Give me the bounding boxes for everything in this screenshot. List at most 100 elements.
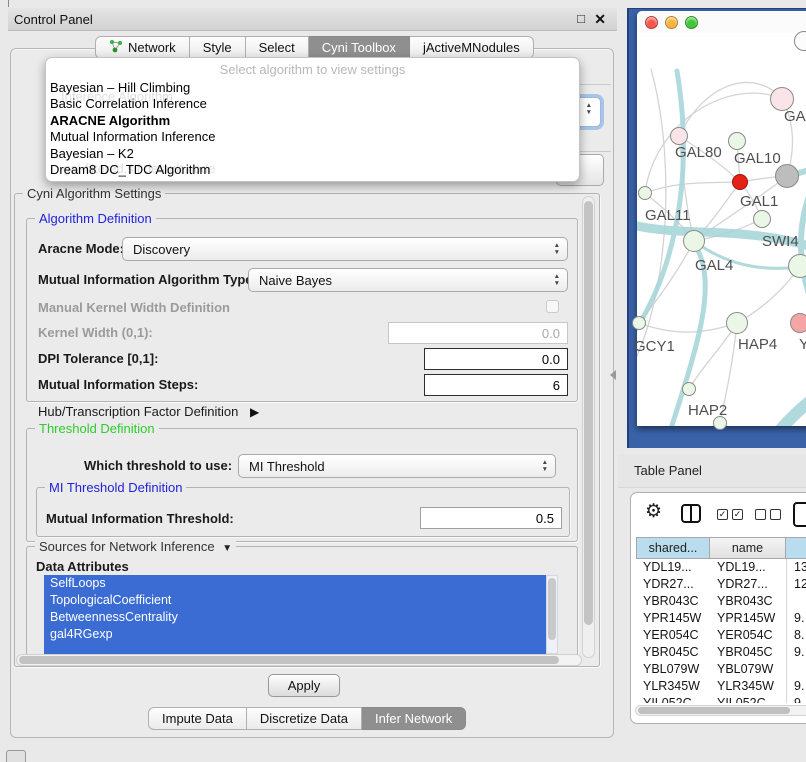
panel-splitter-handle[interactable] [610,370,616,380]
table-cell [786,593,806,610]
combo-arrows-icon: ▲▼ [554,242,560,256]
attribute-list-item[interactable]: TopologicalCoefficient [44,592,546,609]
which-threshold-combo[interactable]: MI Threshold ▲▼ [238,454,556,478]
tab-network[interactable]: Network [95,36,190,59]
deselect-all-icon[interactable] [755,509,781,520]
network-node[interactable] [683,230,705,252]
sources-title[interactable]: Sources for Network Inference ▼ [35,539,236,554]
algorithm-option[interactable]: ARACNE Algorithm [50,113,575,129]
network-canvas[interactable]: GALGAL80GAL10GAL1GAL11SWI4GAL4GCY1HAP4YH… [637,11,806,426]
table-row[interactable]: YDL19...YDL19...13 [636,559,806,576]
expanded-arrow-icon: ▼ [222,543,232,554]
network-node[interactable] [732,174,748,190]
network-node-label: GCY1 [634,338,675,355]
partial-toolbar-icon[interactable] [793,502,806,527]
network-node[interactable] [728,132,746,150]
manual-kernel-checkbox[interactable] [546,300,559,313]
table-cell: YLR345W [636,678,710,695]
attribute-list-item[interactable]: gal4RGexp [44,626,546,643]
table-cell: YBR043C [636,593,710,610]
hub-definition-toggle[interactable]: Hub/Transcription Factor Definition ▶ [38,404,259,419]
combo-value: Discovery [133,242,190,257]
gear-icon[interactable]: ⚙ [645,500,662,523]
hub-definition-label: Hub/Transcription Factor Definition [38,404,238,419]
table-cell: 12 [786,576,806,593]
tab-select[interactable]: Select [246,36,309,59]
network-node[interactable] [753,210,771,228]
close-window-icon[interactable]: ✕ [594,11,606,28]
network-node[interactable] [670,127,688,145]
table-cell: 9. [786,678,806,695]
aracne-mode-combo[interactable]: Discovery ▲▼ [122,237,568,261]
column-header[interactable]: shared... [636,537,710,559]
data-attributes-list[interactable]: SelfLoopsTopologicalCoefficientBetweenne… [44,575,546,654]
network-node[interactable] [788,254,806,278]
algorithm-option[interactable]: Bayesian – Hill Climbing [50,80,575,96]
network-node[interactable] [682,382,696,396]
tab-impute-data[interactable]: Impute Data [148,707,247,730]
table-cell: YER054C [636,627,710,644]
tab-label: Style [203,40,232,55]
column-header[interactable]: name [710,537,786,559]
table-cell: YBL079W [710,661,786,678]
table-row[interactable]: YIL052CYIL052C9 [636,695,806,703]
tab-style[interactable]: Style [190,36,246,59]
scrollbar-thumb[interactable] [19,656,559,664]
tab-cyni-toolbox[interactable]: Cyni Toolbox [309,36,410,59]
scrollbar-thumb[interactable] [638,707,790,714]
combo-value: MI Threshold [249,459,325,474]
network-node[interactable] [726,312,748,334]
table-row[interactable]: YPR145WYPR145W9. [636,610,806,627]
kernel-width-field[interactable]: 0.0 [388,322,568,344]
network-node[interactable] [638,186,652,200]
table-row[interactable]: YER054CYER054C8. [636,627,806,644]
control-panel-tabbar: Network Style Select Cyni Toolbox jActiv… [95,36,534,59]
apply-button[interactable]: Apply [268,674,340,697]
tab-label: Impute Data [162,711,233,726]
attribute-list-item[interactable]: SelfLoops [44,575,546,592]
table-row[interactable]: YLR345WYLR345W9. [636,678,806,695]
scrollbar-thumb[interactable] [548,578,556,640]
tab-discretize-data[interactable]: Discretize Data [247,707,362,730]
table-cell: YIL052C [636,695,710,703]
table-row[interactable]: YDR27...YDR27...12 [636,576,806,593]
combo-arrows-icon: ▲▼ [586,102,592,116]
attribute-list-scrollbar[interactable] [546,575,558,654]
select-all-icon[interactable]: ✓ ✓ [717,509,743,520]
mi-steps-field[interactable]: 6 [424,374,568,396]
table-row[interactable]: YBL079WYBL079W [636,661,806,678]
algorithm-option[interactable]: Mutual Information Inference [50,129,575,145]
attribute-list-item[interactable]: BetweennessCentrality [44,609,546,626]
network-node-label: HAP4 [738,336,777,353]
algorithm-option[interactable]: Bayesian – K2 [50,146,575,162]
minimized-panel-icon[interactable] [6,750,26,762]
settings-horizontal-scrollbar[interactable] [16,654,582,666]
tab-jactivemnodules[interactable]: jActiveMNodules [410,36,534,59]
tab-infer-network[interactable]: Infer Network [362,707,466,730]
combo-arrows-icon: ▲▼ [542,459,548,473]
network-node-label: GAL [784,108,806,125]
mi-algorithm-type-combo[interactable]: Naive Bayes ▲▼ [248,268,568,292]
dpi-tolerance-field[interactable]: 0.0 [424,348,568,370]
tab-label: Cyni Toolbox [322,40,396,55]
settings-vertical-scrollbar[interactable] [582,196,595,658]
algorithm-option[interactable]: Dream8 DC_TDC Algorithm [50,162,575,178]
column-header[interactable]: A [786,537,806,559]
window-border-tick [8,0,9,7]
scrollbar-thumb[interactable] [584,201,593,625]
table-row[interactable]: YBR045CYBR045C9. [636,644,806,661]
network-node[interactable] [790,313,806,333]
network-node-label: GAL1 [740,193,778,210]
table-row[interactable]: YBR043CYBR043C [636,593,806,610]
table-cell: 9. [786,644,806,661]
network-node[interactable] [632,316,646,330]
network-node-label: GAL10 [734,150,781,167]
aracne-mode-label: Aracne Mode: [38,241,124,256]
mi-threshold-field[interactable]: 0.5 [420,507,562,529]
column-chooser-icon[interactable] [681,504,701,523]
float-window-icon[interactable]: □ [577,11,585,26]
network-node[interactable] [775,164,799,188]
algorithm-option[interactable]: Basic Correlation Inference [50,96,575,112]
mi-threshold-label: Mutual Information Threshold: [46,511,234,526]
table-horizontal-scrollbar[interactable] [635,705,806,716]
